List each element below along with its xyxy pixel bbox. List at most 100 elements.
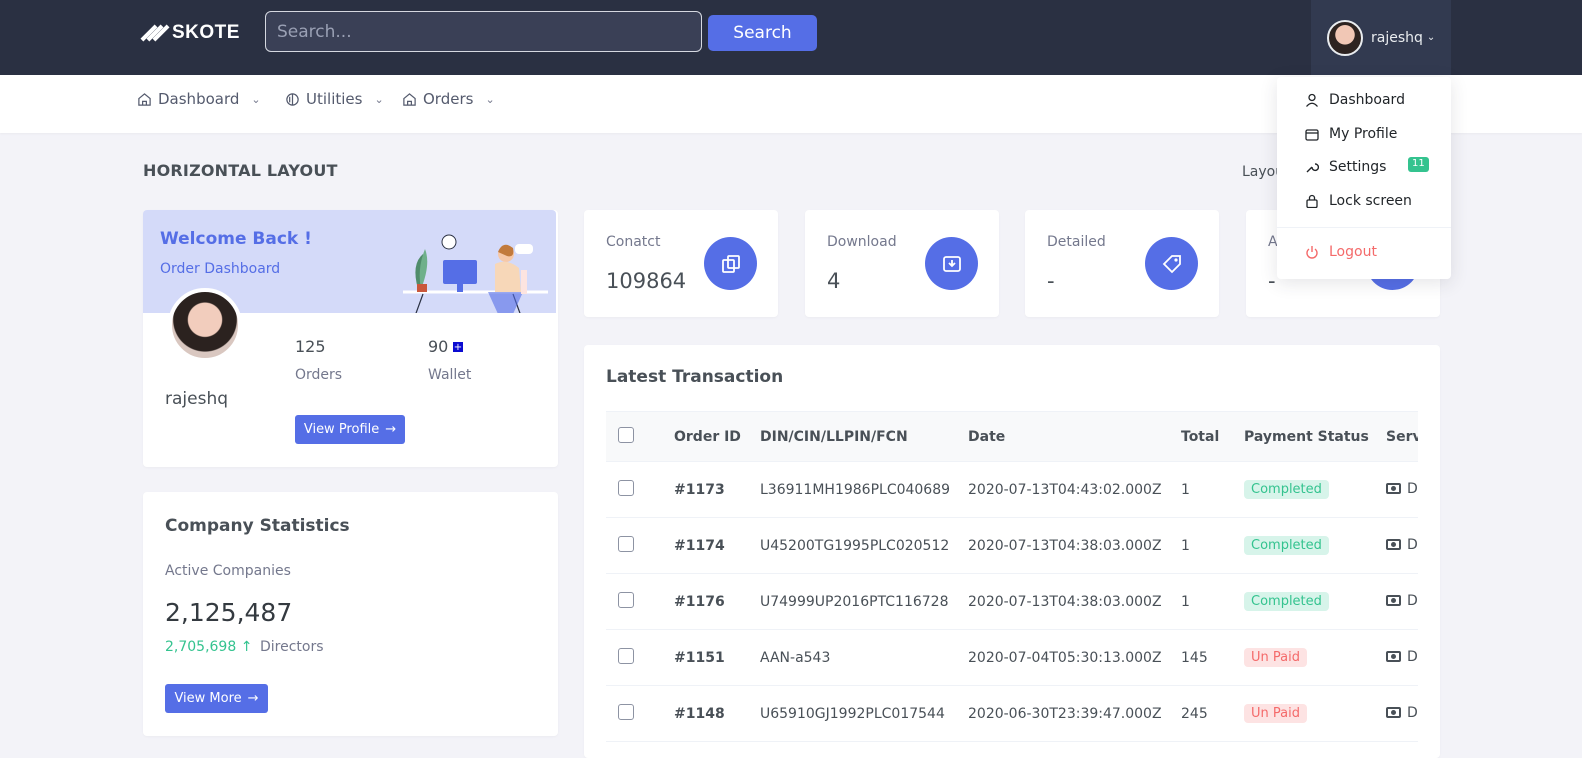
total-cell: 145 bbox=[1169, 629, 1232, 686]
wallet-value: 90 bbox=[428, 337, 449, 356]
dropdown-item-my-profile[interactable]: My Profile bbox=[1305, 126, 1397, 142]
service-cell: D bbox=[1386, 649, 1418, 665]
avatar bbox=[1327, 19, 1363, 56]
plus-icon: + bbox=[452, 341, 464, 353]
column-header[interactable]: Payment Status bbox=[1232, 411, 1374, 462]
date-cell: 2020-07-13T04:38:03.000Z bbox=[956, 573, 1169, 630]
service-text: D bbox=[1407, 648, 1418, 665]
wallet-icon bbox=[1305, 129, 1319, 141]
money-icon bbox=[1386, 651, 1401, 663]
orders-label: Orders bbox=[295, 367, 343, 383]
top-header: SKOTE Search rajeshq ⌄ bbox=[0, 0, 1582, 75]
din-cell: L36911MH1986PLC040689 bbox=[748, 461, 956, 518]
home-icon bbox=[138, 92, 151, 106]
growth-value: 2,705,698 ↑ bbox=[165, 639, 252, 655]
order-id[interactable]: #1148 bbox=[662, 685, 748, 742]
table-row: #1151 AAN-a543 2020-07-04T05:30:13.000Z … bbox=[606, 629, 1418, 686]
search-input[interactable] bbox=[265, 11, 702, 52]
transactions-table-wrapper[interactable]: Order ID DIN/CIN/LLPIN/FCN Date Total Pa… bbox=[606, 411, 1418, 758]
service-text: D bbox=[1407, 480, 1418, 497]
desk-illustration bbox=[403, 234, 548, 313]
din-cell: U74999UP2016PTC116728 bbox=[748, 573, 956, 630]
status-badge: Completed bbox=[1244, 480, 1329, 499]
total-cell: 1 bbox=[1169, 517, 1232, 574]
latest-transaction-card: Latest Transaction Order ID DIN/CIN/LLPI… bbox=[584, 345, 1440, 758]
stat-value: - bbox=[1268, 269, 1276, 293]
orders-count: 125 bbox=[295, 337, 326, 356]
directors-label: Directors bbox=[260, 639, 324, 655]
row-checkbox[interactable] bbox=[618, 479, 634, 496]
welcome-title: Welcome Back ! bbox=[160, 229, 312, 249]
dropdown-item-dashboard[interactable]: Dashboard bbox=[1305, 92, 1405, 108]
view-profile-button[interactable]: View Profile → bbox=[295, 415, 405, 444]
logo-mark-icon bbox=[140, 22, 170, 44]
din-cell: U45200TG1995PLC020512 bbox=[748, 517, 956, 574]
status-badge: Completed bbox=[1244, 592, 1329, 611]
date-cell: 2020-06-30T23:39:47.000Z bbox=[956, 685, 1169, 742]
stat-label: Conatct bbox=[606, 234, 661, 250]
stat-label: Download bbox=[827, 234, 897, 250]
order-id[interactable]: #1173 bbox=[662, 461, 748, 518]
wallet-label: Wallet bbox=[428, 367, 472, 383]
nav-item-dashboard[interactable]: Dashboard ⌄ bbox=[137, 90, 261, 108]
user-dropdown-menu: Dashboard My Profile Settings 11 Lock sc… bbox=[1277, 77, 1451, 279]
view-profile-label: View Profile bbox=[303, 422, 380, 437]
logo-text: SKOTE bbox=[172, 22, 240, 43]
select-all-checkbox[interactable] bbox=[618, 426, 634, 443]
row-checkbox[interactable] bbox=[618, 535, 634, 552]
company-statistics-card: Company Statistics Active Companies 2,12… bbox=[143, 492, 558, 736]
dropdown-item-label: Dashboard bbox=[1329, 92, 1405, 108]
dropdown-item-logout[interactable]: Logout bbox=[1305, 244, 1377, 260]
power-icon bbox=[1306, 246, 1318, 259]
table-row: #1148 U65910GJ1992PLC017544 2020-06-30T2… bbox=[606, 685, 1418, 742]
service-text: D bbox=[1407, 592, 1418, 609]
stat-value: 109864 bbox=[606, 269, 687, 293]
column-header[interactable]: Servi bbox=[1374, 411, 1418, 462]
column-header[interactable]: Date bbox=[956, 411, 1169, 462]
lock-icon bbox=[1306, 194, 1318, 208]
money-icon bbox=[1386, 483, 1401, 495]
stat-label: Detailed bbox=[1047, 234, 1106, 250]
copy-icon bbox=[704, 237, 757, 290]
active-companies-label: Active Companies bbox=[165, 563, 291, 579]
nav-item-label: Orders bbox=[423, 90, 474, 108]
chevron-down-icon: ⌄ bbox=[374, 92, 384, 106]
date-cell: 2020-07-13T04:38:03.000Z bbox=[956, 517, 1169, 574]
profile-avatar bbox=[168, 288, 242, 362]
column-header[interactable]: DIN/CIN/LLPIN/FCN bbox=[748, 411, 956, 462]
total-cell: 1 bbox=[1169, 573, 1232, 630]
view-more-button[interactable]: View More → bbox=[165, 684, 268, 713]
dropdown-item-settings[interactable]: Settings bbox=[1305, 159, 1386, 175]
table-row: #1176 U74999UP2016PTC116728 2020-07-13T0… bbox=[606, 573, 1418, 630]
row-checkbox[interactable] bbox=[618, 647, 634, 664]
date-cell: 2020-07-13T04:43:02.000Z bbox=[956, 461, 1169, 518]
page-title: HORIZONTAL LAYOUT bbox=[143, 161, 338, 180]
nav-item-label: Utilities bbox=[306, 90, 363, 108]
order-id[interactable]: #1174 bbox=[662, 517, 748, 574]
order-id[interactable]: #1151 bbox=[662, 629, 748, 686]
din-cell: U65910GJ1992PLC017544 bbox=[748, 685, 956, 742]
table-row: #1173 L36911MH1986PLC040689 2020-07-13T0… bbox=[606, 461, 1418, 518]
brand-logo[interactable]: SKOTE bbox=[140, 20, 240, 46]
nav-item-utilities[interactable]: Utilities ⌄ bbox=[285, 90, 384, 108]
column-header[interactable]: Order ID bbox=[662, 411, 748, 462]
select-all-cell bbox=[606, 411, 662, 462]
profile-name: rajeshq bbox=[165, 389, 229, 409]
table-header-row: Order ID DIN/CIN/LLPIN/FCN Date Total Pa… bbox=[606, 411, 1418, 462]
service-cell: D bbox=[1386, 705, 1418, 721]
growth-number: 2,705,698 bbox=[165, 639, 237, 655]
chevron-down-icon: ⌄ bbox=[251, 92, 261, 106]
company-stats-title: Company Statistics bbox=[165, 516, 350, 536]
user-menu-toggle[interactable]: rajeshq ⌄ bbox=[1311, 0, 1451, 75]
service-cell: D bbox=[1386, 537, 1418, 553]
search-button[interactable]: Search bbox=[708, 15, 817, 51]
dropdown-item-lock-screen[interactable]: Lock screen bbox=[1305, 193, 1412, 209]
transactions-table: Order ID DIN/CIN/LLPIN/FCN Date Total Pa… bbox=[606, 411, 1418, 742]
nav-item-orders[interactable]: Orders ⌄ bbox=[402, 90, 495, 108]
arrow-up-icon: ↑ bbox=[240, 639, 253, 655]
row-checkbox[interactable] bbox=[618, 703, 634, 720]
column-header[interactable]: Total bbox=[1169, 411, 1232, 462]
order-id[interactable]: #1176 bbox=[662, 573, 748, 630]
row-checkbox[interactable] bbox=[618, 591, 634, 608]
table-row: #1174 U45200TG1995PLC020512 2020-07-13T0… bbox=[606, 517, 1418, 574]
